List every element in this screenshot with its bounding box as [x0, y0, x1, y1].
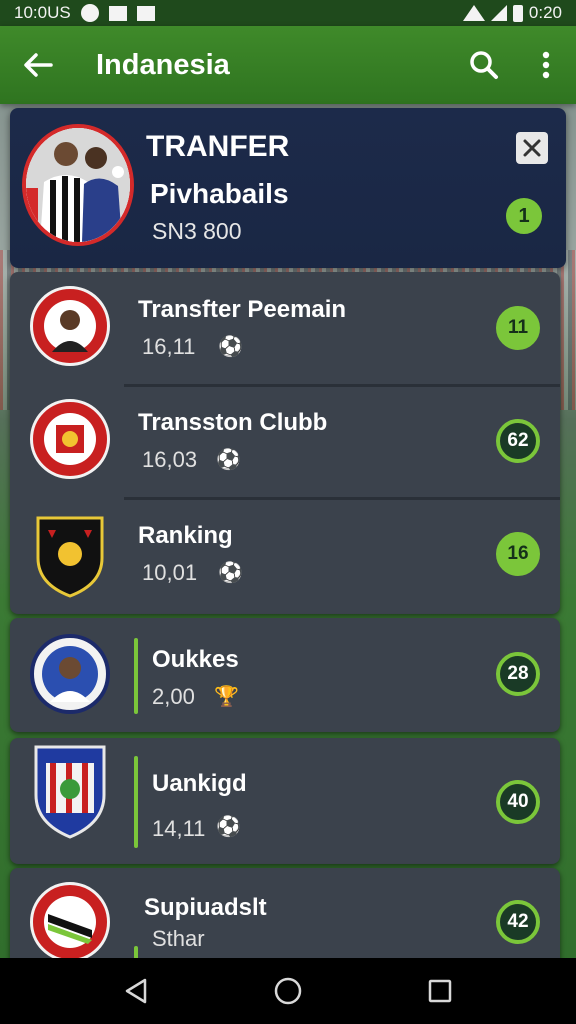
row-badge: 28	[496, 652, 540, 696]
row-title: Supiuadslt	[144, 894, 267, 921]
ball-icon: ⚽	[218, 562, 243, 584]
ball-icon: ⚽	[216, 816, 241, 838]
list-item[interactable]: Transston Clubb 16,03 ⚽ 62	[10, 387, 560, 497]
notification-icon	[80, 4, 99, 22]
system-nav-bar	[0, 958, 576, 1024]
status-time-right: 0:20	[528, 3, 562, 22]
club-shield-icon	[30, 745, 110, 839]
club-shield-icon	[30, 516, 110, 598]
list-item[interactable]: Uankigd 14,11 ⚽ 40	[10, 738, 560, 864]
row-accent-bar	[134, 756, 138, 848]
row-badge: 11	[496, 306, 540, 350]
mail-icon	[136, 5, 155, 21]
players-photo-icon	[26, 128, 130, 242]
row-badge: 40	[496, 780, 540, 824]
list-item[interactable]: Transfter Peemain 16,11 ⚽ 11	[10, 272, 560, 384]
header-count-badge: 1	[506, 198, 542, 234]
close-icon	[523, 139, 541, 157]
row-badge: 16	[496, 532, 540, 576]
search-icon	[470, 51, 498, 79]
row-value: 2,00	[152, 684, 195, 709]
image-icon	[108, 5, 127, 21]
row-value: 14,11	[152, 816, 206, 841]
nav-home-button[interactable]	[268, 971, 308, 1011]
nav-home-icon	[274, 977, 302, 1005]
list-group-top: Transfter Peemain 16,11 ⚽ 11 Transston C…	[10, 272, 560, 614]
club-crest-icon	[30, 399, 110, 479]
nav-recents-icon	[428, 979, 452, 1003]
row-title: Transfter Peemain	[138, 296, 347, 323]
status-bar: 10:0US 0:20	[0, 0, 576, 26]
row-title: Oukkes	[152, 646, 239, 673]
more-vert-icon	[542, 51, 550, 79]
search-button[interactable]	[466, 47, 502, 83]
row-title: Ranking	[138, 522, 233, 549]
header-title: TRANFER	[146, 130, 290, 163]
list-item[interactable]: Ranking 10,01 ⚽ 16	[10, 500, 560, 614]
list-item[interactable]: Oukkes 2,00 🏆 28	[10, 618, 560, 732]
row-value: 16,11	[142, 334, 196, 359]
row-badge: 42	[496, 900, 540, 944]
nav-back-icon	[125, 978, 147, 1004]
ball-icon: ⚽	[218, 336, 243, 358]
more-options-button[interactable]	[536, 47, 556, 83]
page-title: Indanesia	[96, 48, 230, 81]
ball-icon: ⚽	[216, 449, 241, 471]
signal-icon	[490, 5, 507, 21]
nav-back-button[interactable]	[116, 971, 156, 1011]
nav-recents-button[interactable]	[420, 971, 460, 1011]
row-accent-bar	[134, 638, 138, 714]
trophy-icon: 🏆	[214, 686, 239, 708]
app-bar: Indanesia	[0, 26, 576, 104]
wifi-icon	[462, 5, 485, 21]
players-avatar	[22, 124, 134, 246]
row-value: Sthar	[152, 926, 205, 951]
status-time: 10:0US	[14, 3, 71, 22]
close-button[interactable]	[516, 132, 548, 164]
transfer-header-card[interactable]: TRANFER Pivhabails SN3 800 1	[10, 108, 566, 268]
row-value: 10,01	[142, 560, 198, 585]
row-badge: 62	[496, 419, 540, 463]
header-subtitle: Pivhabails	[150, 178, 289, 209]
back-arrow-icon	[24, 53, 53, 77]
back-button[interactable]	[20, 47, 56, 83]
row-title: Uankigd	[152, 770, 247, 797]
club-crest-icon	[30, 286, 110, 366]
club-crest-icon	[30, 882, 110, 962]
player-avatar-icon	[30, 634, 110, 714]
row-value: 16,03	[142, 447, 198, 472]
header-value: SN3 800	[152, 218, 242, 244]
battery-icon	[512, 4, 523, 22]
row-title: Transston Clubb	[138, 409, 328, 436]
